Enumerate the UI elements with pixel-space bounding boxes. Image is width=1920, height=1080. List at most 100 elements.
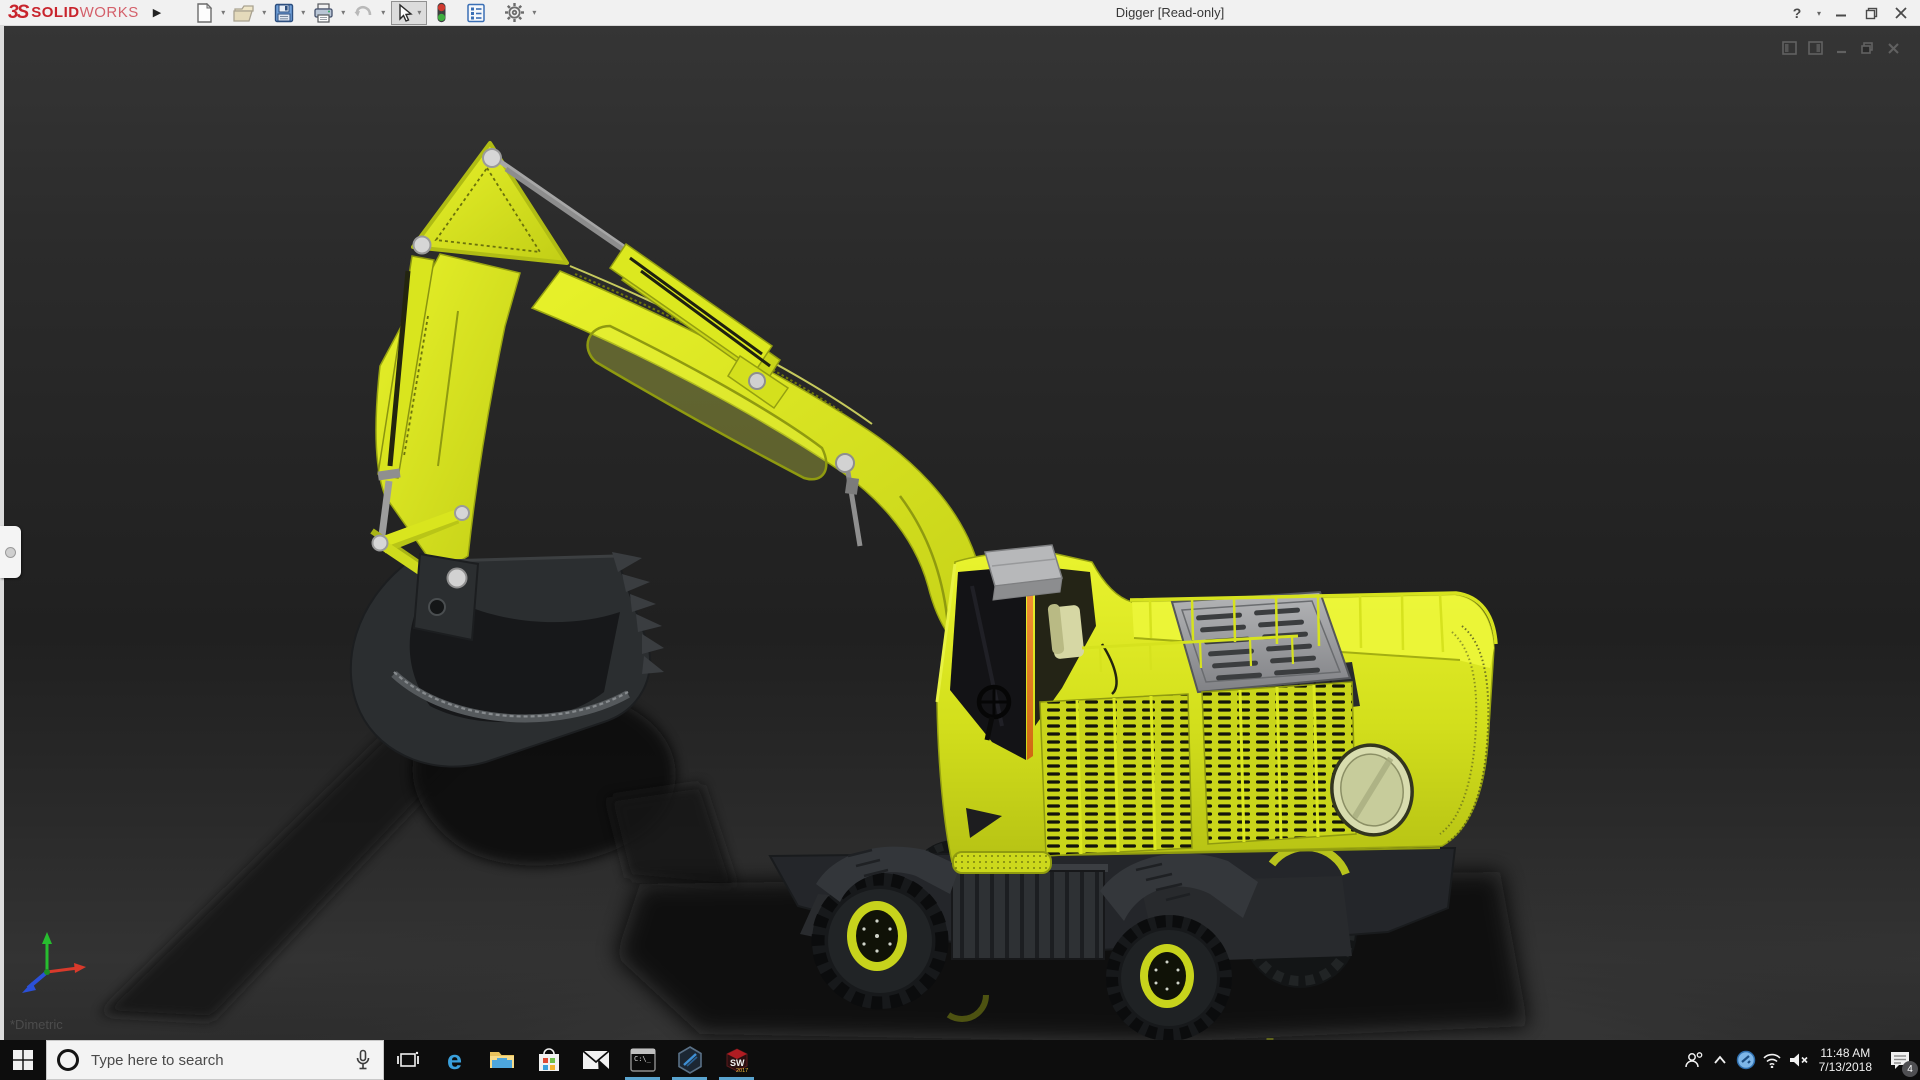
logo-text-works: WORKS — [79, 4, 139, 21]
command-prompt-icon: C:\_ — [629, 1048, 656, 1072]
start-button[interactable] — [0, 1040, 46, 1080]
taskbar-app-store[interactable] — [525, 1040, 572, 1080]
taskbar-app-edrawings[interactable] — [666, 1040, 713, 1080]
minimize-button[interactable] — [1826, 0, 1856, 26]
excavator-body — [935, 544, 1498, 874]
new-document-icon — [197, 2, 213, 23]
undo-button[interactable] — [351, 2, 376, 24]
restore-icon — [1865, 7, 1877, 19]
windows-logo-icon — [13, 1050, 33, 1070]
rebuild-traffic-light-icon — [437, 2, 446, 23]
window-controls: ? ▾ — [1782, 0, 1916, 26]
file-properties-icon — [467, 3, 486, 22]
taskbar-app-solidworks[interactable]: SW 2017 — [713, 1040, 760, 1080]
taskbar-app-edge[interactable]: e — [431, 1040, 478, 1080]
new-document-button[interactable] — [193, 2, 216, 24]
clock-date: 7/13/2018 — [1818, 1060, 1872, 1074]
select-cursor-icon — [399, 3, 414, 22]
svg-text:SW: SW — [730, 1058, 745, 1068]
microphone-icon[interactable] — [355, 1049, 371, 1071]
open-button[interactable] — [231, 2, 257, 24]
taskbar-app-file-explorer[interactable] — [478, 1040, 525, 1080]
solidworks-window: 3S SOLID WORKS ▶ ▾ ▾ ▾ ▾ ▾ ▾ ▾ Digger [R… — [0, 0, 1920, 1080]
wifi-button[interactable] — [1759, 1040, 1785, 1080]
minimize-document-icon — [1836, 50, 1846, 53]
mail-icon — [581, 1050, 610, 1069]
graphics-area[interactable]: *Dimetric — [0, 26, 1920, 1040]
help-caret[interactable]: ▾ — [1812, 9, 1826, 18]
save-caret[interactable]: ▾ — [301, 8, 305, 17]
volume-muted-button[interactable] — [1785, 1040, 1811, 1080]
solidworks-logo: 3S SOLID WORKS — [8, 2, 139, 24]
display-pane-button[interactable] — [1776, 38, 1802, 58]
feature-panel-collapsed-tab[interactable] — [0, 526, 21, 578]
solidworks-2017-icon: SW2017 — [726, 1048, 748, 1074]
print-icon — [314, 2, 333, 23]
taskbar-clock[interactable]: 11:48 AM 7/13/2018 — [1811, 1046, 1880, 1074]
open-caret[interactable]: ▾ — [262, 8, 266, 17]
select-caret[interactable]: ▾ — [417, 8, 421, 17]
close-document-button[interactable] — [1880, 38, 1906, 58]
system-tray: 11:48 AM 7/13/2018 4 — [1681, 1040, 1920, 1080]
digger-3d-model — [70, 141, 1920, 1040]
people-button[interactable] — [1681, 1040, 1707, 1080]
print-caret[interactable]: ▾ — [341, 8, 345, 17]
chevron-up-icon — [1713, 1055, 1726, 1064]
undo-caret[interactable]: ▾ — [381, 8, 385, 17]
save-button[interactable] — [272, 2, 296, 24]
title-bar: 3S SOLID WORKS ▶ ▾ ▾ ▾ ▾ ▾ ▾ ▾ Digger [R… — [0, 0, 1920, 26]
edrawings-hexagon-icon — [677, 1046, 702, 1074]
taskbar-app-command-prompt[interactable]: C:\_ — [619, 1040, 666, 1080]
new-document-caret[interactable]: ▾ — [221, 8, 225, 17]
document-window-controls — [1776, 38, 1906, 58]
cortana-ball-icon — [1736, 1050, 1755, 1070]
svg-text:C:\_: C:\_ — [634, 1055, 652, 1063]
taskbar-app-mail[interactable] — [572, 1040, 619, 1080]
minimize-icon — [1836, 14, 1846, 17]
close-document-icon — [1887, 42, 1899, 54]
print-button[interactable] — [311, 2, 336, 24]
rebuild-button[interactable] — [433, 1, 450, 24]
search-input[interactable] — [91, 1051, 355, 1069]
document-title: Digger [Read-only] — [1115, 5, 1225, 20]
display-pane-icon — [1781, 41, 1797, 55]
svg-text:2017: 2017 — [736, 1068, 748, 1074]
open-folder-icon — [233, 4, 254, 22]
restore-document-button[interactable] — [1854, 38, 1880, 58]
dassault-logo-icon: 3S — [8, 1, 29, 23]
close-icon — [1895, 7, 1907, 19]
file-explorer-icon — [489, 1052, 514, 1068]
hidden-icons-button[interactable] — [1707, 1040, 1733, 1080]
feature-pane-button[interactable] — [1802, 38, 1828, 58]
action-center-button[interactable]: 4 — [1880, 1040, 1920, 1080]
feature-pane-icon — [1807, 41, 1823, 55]
menu-flyout-arrow-icon[interactable]: ▶ — [153, 6, 161, 19]
save-floppy-icon — [275, 3, 294, 22]
options-button[interactable] — [502, 1, 527, 24]
cortana-ball-button[interactable] — [1733, 1040, 1759, 1080]
notification-badge: 4 — [1902, 1061, 1918, 1077]
people-icon — [1684, 1052, 1702, 1068]
windows-taskbar: e C:\_ SW2017 — [0, 1040, 1920, 1080]
file-properties-button[interactable] — [464, 2, 488, 24]
restore-button[interactable] — [1856, 0, 1886, 26]
task-view-icon — [396, 1051, 419, 1067]
taskbar-search[interactable] — [46, 1040, 384, 1080]
restore-document-icon — [1861, 42, 1873, 54]
undo-icon — [354, 5, 372, 16]
roof-vent — [984, 544, 1063, 601]
wifi-icon — [1763, 1053, 1781, 1068]
task-view-button[interactable] — [384, 1040, 431, 1080]
view-orientation-label: *Dimetric — [10, 1017, 63, 1032]
rear-wheel — [1106, 915, 1232, 1040]
help-button[interactable]: ? — [1782, 0, 1812, 26]
logo-text-solid: SOLID — [31, 4, 80, 21]
quick-access-toolbar: ▾ ▾ ▾ ▾ ▾ ▾ ▾ — [193, 0, 542, 25]
expand-panel-icon — [5, 546, 16, 558]
edge-icon: e — [446, 1044, 463, 1075]
minimize-document-button[interactable] — [1828, 38, 1854, 58]
close-button[interactable] — [1886, 0, 1916, 26]
options-caret[interactable]: ▾ — [532, 8, 536, 17]
gear-icon — [505, 3, 525, 22]
select-tool-active[interactable]: ▾ — [391, 0, 428, 25]
